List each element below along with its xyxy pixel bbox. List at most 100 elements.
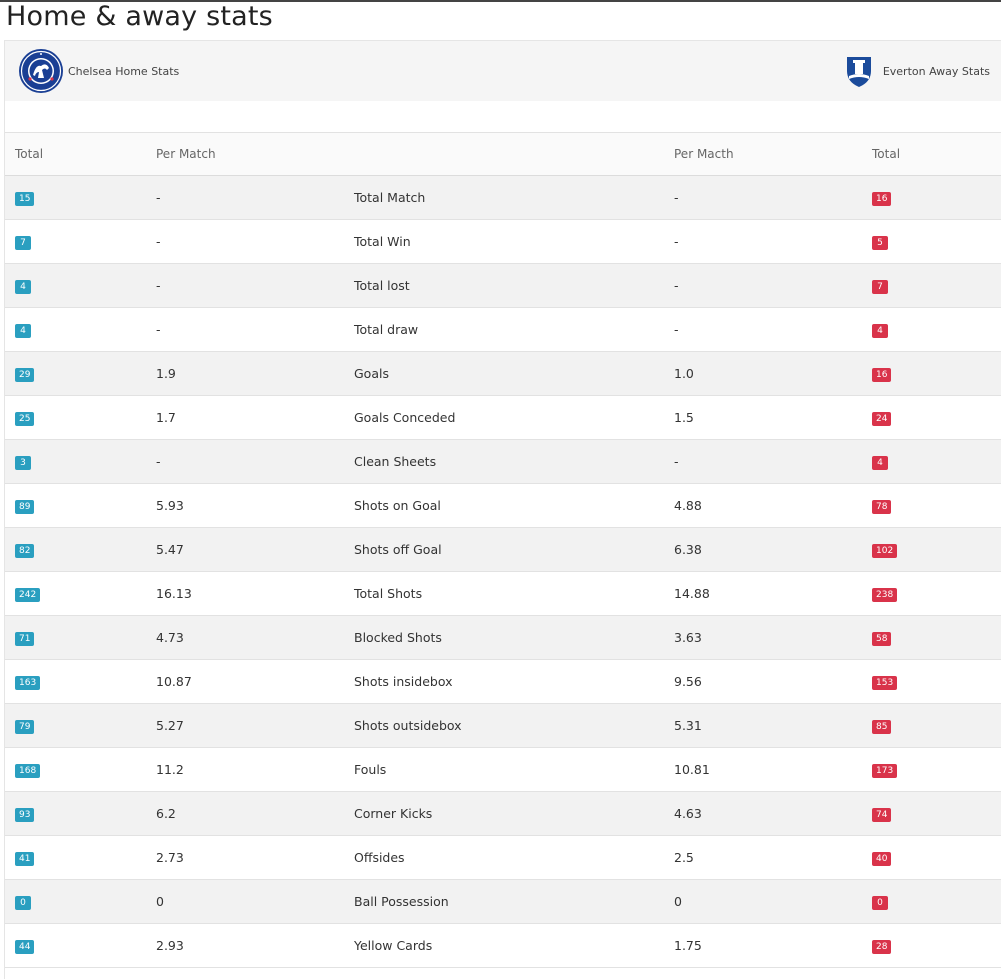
stats-panel: Chelsea Home Stats Everton Away Stats To… (4, 40, 1001, 979)
table-row: 79 5.27 Shots outsidebox 5.31 85 (5, 703, 1001, 748)
home-total-cell: 3 (5, 439, 156, 484)
away-total-cell: 85 (872, 703, 1001, 748)
away-per-match-cell: - (674, 307, 872, 352)
home-total-cell: 168 (5, 747, 156, 792)
away-total-cell: 4 (872, 439, 1001, 484)
table-row: 163 10.87 Shots insidebox 9.56 153 (5, 659, 1001, 704)
away-total-cell: 28 (872, 923, 1001, 968)
header-home-per-match: Per Match (156, 133, 354, 176)
chelsea-crest-icon (19, 49, 63, 93)
away-per-match-cell: - (674, 219, 872, 264)
stat-name-cell: Shots off Goal (354, 527, 674, 572)
away-team-header[interactable]: Everton Away Stats (841, 50, 990, 92)
away-total-cell: 102 (872, 527, 1001, 572)
everton-crest-icon (846, 57, 871, 87)
away-per-match-cell: 3.63 (674, 615, 872, 660)
home-per-match-cell: 16.13 (156, 571, 354, 616)
table-row: 41 2.73 Offsides 2.5 40 (5, 835, 1001, 880)
away-total-cell: 24 (872, 395, 1001, 440)
away-total-cell: 4 (872, 307, 1001, 352)
table-row: 89 5.93 Shots on Goal 4.88 78 (5, 483, 1001, 528)
away-total-badge: 40 (872, 852, 892, 866)
stat-name-cell: Fouls (354, 747, 674, 792)
home-per-match-cell: - (156, 219, 354, 264)
header-away-total: Total (872, 133, 1001, 176)
stat-name-cell: Corner Kicks (354, 791, 674, 836)
home-per-match-cell: - (156, 439, 354, 484)
away-per-match-cell: 9.56 (674, 659, 872, 704)
home-total-badge: 41 (15, 852, 35, 866)
home-total-badge: 89 (15, 500, 35, 514)
home-total-cell: 82 (5, 527, 156, 572)
header-stat (354, 133, 674, 176)
home-total-badge: 44 (15, 940, 35, 954)
stat-name-cell: Blocked Shots (354, 615, 674, 660)
away-per-match-cell: 14.88 (674, 571, 872, 616)
home-total-badge: 242 (15, 588, 41, 602)
table-row: 29 1.9 Goals 1.0 16 (5, 351, 1001, 396)
home-total-badge: 168 (15, 764, 41, 778)
home-per-match-cell: 0 (156, 879, 354, 924)
table-row: 4- Total draw -4 (5, 307, 1001, 352)
table-header-row: Total Per Match Per Macth Total (5, 133, 1001, 176)
home-total-cell: 71 (5, 615, 156, 660)
away-total-badge: 5 (872, 236, 888, 250)
table-row: 7- Total Win -5 (5, 219, 1001, 264)
home-total-cell: 25 (5, 395, 156, 440)
away-per-match-cell: - (674, 439, 872, 484)
away-per-match-cell: 2.5 (674, 835, 872, 880)
stat-name-cell: Total Shots (354, 571, 674, 616)
table-row: 93 6.2 Corner Kicks 4.63 74 (5, 791, 1001, 836)
home-total-cell: 41 (5, 835, 156, 880)
home-total-cell: 44 (5, 923, 156, 968)
stat-name-cell: Total draw (354, 307, 674, 352)
home-total-badge: 7 (15, 236, 31, 250)
away-total-badge: 173 (872, 764, 898, 778)
home-per-match-cell: 10.87 (156, 659, 354, 704)
away-total-badge: 16 (872, 368, 892, 382)
home-total-badge: 15 (15, 192, 35, 206)
home-per-match-cell: 5.47 (156, 527, 354, 572)
away-total-badge: 4 (872, 324, 888, 338)
home-per-match-cell: 11.2 (156, 747, 354, 792)
stat-name-cell: Clean Sheets (354, 439, 674, 484)
stat-name-cell: Shots outsidebox (354, 703, 674, 748)
stat-name-cell: Offsides (354, 835, 674, 880)
table-row: 242 16.13 Total Shots 14.88 238 (5, 571, 1001, 616)
away-per-match-cell: 6.38 (674, 527, 872, 572)
away-total-cell: 173 (872, 747, 1001, 792)
away-total-badge: 16 (872, 192, 892, 206)
away-total-badge: 7 (872, 280, 888, 294)
stat-name-cell: Shots on Goal (354, 483, 674, 528)
table-row: 82 5.47 Shots off Goal 6.38 102 (5, 527, 1001, 572)
away-total-badge: 85 (872, 720, 892, 734)
away-total-badge: 102 (872, 544, 898, 558)
away-per-match-cell: 0 (674, 879, 872, 924)
home-total-cell: 4 (5, 307, 156, 352)
stat-name-cell: Total lost (354, 263, 674, 308)
table-row: 44 2.93 Yellow Cards 1.75 28 (5, 923, 1001, 968)
page-title: Home & away stats (6, 1, 273, 32)
home-per-match-cell: 5.93 (156, 483, 354, 528)
home-team-header[interactable]: Chelsea Home Stats (18, 49, 179, 93)
home-total-badge: 3 (15, 456, 31, 470)
table-row: 3- Clean Sheets -4 (5, 439, 1001, 484)
home-per-match-cell: - (156, 307, 354, 352)
home-total-badge: 29 (15, 368, 35, 382)
home-total-cell: 79 (5, 703, 156, 748)
away-total-cell: 153 (872, 659, 1001, 704)
stat-name-cell: Goals Conceded (354, 395, 674, 440)
away-total-badge: 24 (872, 412, 892, 426)
teams-bar: Chelsea Home Stats Everton Away Stats (5, 41, 1001, 101)
home-per-match-cell: 6.2 (156, 791, 354, 836)
stats-table-body: 15- Total Match -16 7- Total Win -5 4- Total lo… (5, 175, 1001, 968)
stat-name-cell: Total Match (354, 175, 674, 220)
table-row: 25 1.7 Goals Conceded 1.5 24 (5, 395, 1001, 440)
away-total-badge: 58 (872, 632, 892, 646)
table-row: 4- Total lost -7 (5, 263, 1001, 308)
home-total-badge: 71 (15, 632, 35, 646)
away-total-cell: 16 (872, 175, 1001, 220)
away-per-match-cell: - (674, 175, 872, 220)
away-per-match-cell: - (674, 263, 872, 308)
away-total-cell: 7 (872, 263, 1001, 308)
